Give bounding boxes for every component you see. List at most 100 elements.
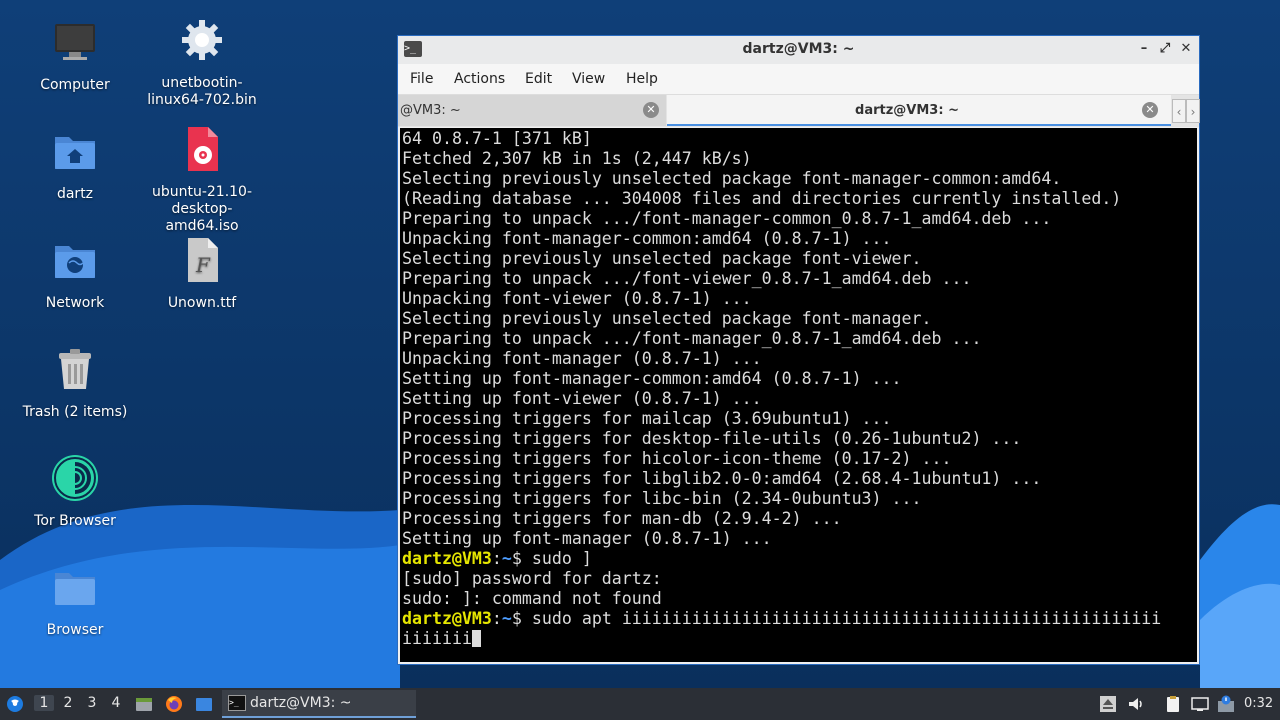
desktop-icon-network[interactable]: Network [10, 236, 140, 312]
taskbar-task-terminal[interactable]: >_ dartz@VM3: ~ [222, 690, 416, 718]
terminal-line: Processing triggers for libc-bin (2.34-0… [402, 489, 922, 508]
terminal-line: 64 0.8.7-1 [371 kB] [402, 129, 592, 148]
display-icon[interactable] [1191, 695, 1209, 713]
text-cursor [471, 630, 481, 647]
eject-icon[interactable] [1099, 695, 1117, 713]
terminal-line: Preparing to unpack .../font-viewer_0.8.… [402, 269, 972, 288]
terminal-line: Setting up font-manager (0.8.7-1) ... [402, 529, 772, 548]
minimize-button[interactable]: – [1136, 41, 1152, 57]
terminal-line: Setting up font-manager-common:amd64 (0.… [402, 369, 902, 388]
terminal-line: Fetched 2,307 kB in 1s (2,447 kB/s) [402, 149, 752, 168]
prompt-user: dartz@VM3 [402, 549, 492, 568]
tor-browser-icon [52, 455, 98, 501]
window-titlebar[interactable]: >_ dartz@VM3: ~ – ⤢ ✕ [398, 36, 1199, 64]
desktop-icon-label: Tor Browser [34, 513, 116, 529]
terminal-input-line[interactable]: iiiiiii [402, 629, 1161, 649]
trash-icon [59, 349, 91, 389]
terminal-line: Selecting previously unselected package … [402, 249, 922, 268]
terminal-window[interactable]: >_ dartz@VM3: ~ – ⤢ ✕ File Actions Edit … [397, 35, 1200, 665]
desktop-icon-label: unetbootin- linux64-702.bin [147, 75, 257, 108]
font-file-icon: F [188, 238, 218, 282]
prompt-path: ~ [501, 609, 512, 628]
tab-close-icon[interactable]: ✕ [643, 102, 659, 118]
desktop-icon-label: ubuntu-21.10- desktop- amd64.iso [151, 184, 253, 234]
svg-text:F: F [195, 253, 211, 277]
tab-label: dartz@VM3: ~ [855, 103, 959, 118]
prompt-command-wrap: iiiiiii [402, 629, 472, 648]
terminal-line: Unpacking font-viewer (0.8.7-1) ... [402, 289, 752, 308]
prompt-separator: : [491, 549, 502, 568]
start-menu-icon[interactable] [6, 695, 24, 713]
desktop-icon-tor-browser[interactable]: Tor Browser [10, 454, 140, 530]
prompt-path: ~ [501, 549, 512, 568]
menu-edit[interactable]: Edit [525, 71, 552, 87]
terminal-line: Processing triggers for mailcap (3.69ubu… [402, 409, 892, 428]
gear-icon [182, 20, 222, 60]
volume-icon[interactable] [1127, 695, 1145, 713]
clock[interactable]: 0:32 [1244, 696, 1273, 711]
menu-help[interactable]: Help [626, 71, 658, 87]
terminal-line: Preparing to unpack .../font-manager_0.8… [402, 329, 982, 348]
tab-scroll-left-button[interactable]: ‹ [1172, 99, 1186, 123]
terminal-line: [sudo] password for dartz: [402, 569, 662, 588]
desktop-icon-font-file[interactable]: F Unown.ttf [137, 236, 267, 312]
terminal-icon: >_ [228, 695, 246, 711]
firefox-icon[interactable] [165, 695, 183, 713]
network-folder-icon [55, 246, 95, 278]
desktop-icon-browser[interactable]: Browser [10, 563, 140, 639]
clipboard-icon[interactable] [1164, 695, 1182, 713]
desktop-icon-ubuntu-iso[interactable]: ubuntu-21.10- desktop- amd64.iso [137, 125, 267, 235]
tab-close-icon[interactable]: ✕ [1142, 102, 1158, 118]
terminal-line: Processing triggers for hicolor-icon-the… [402, 449, 952, 468]
menu-bar: File Actions Edit View Help [398, 64, 1199, 95]
terminal-line: Selecting previously unselected package … [402, 169, 1062, 188]
folder-icon [55, 573, 95, 605]
menu-file[interactable]: File [410, 71, 433, 87]
tab-bar: @VM3: ~ ✕ dartz@VM3: ~ ✕ ‹ › [398, 95, 1200, 127]
desktop-icon-computer[interactable]: Computer [10, 18, 140, 94]
terminal-line: Processing triggers for libglib2.0-0:amd… [402, 469, 1042, 488]
taskbar: 1 2 3 4 >_ dartz@VM3: ~ 0:32 [0, 688, 1280, 720]
show-desktop-icon[interactable] [195, 695, 213, 713]
workspace-2[interactable]: 2 [58, 695, 78, 711]
terminal-text: 64 0.8.7-1 [371 kB] Fetched 2,307 kB in 1… [402, 129, 1161, 649]
workspace-3[interactable]: 3 [82, 695, 102, 711]
tab-scroll-right-button[interactable]: › [1186, 99, 1200, 123]
desktop-icon-label: Unown.ttf [167, 295, 237, 311]
terminal-line: Preparing to unpack .../font-manager-com… [402, 209, 1052, 228]
desktop-icon-trash[interactable]: Trash (2 items) [10, 345, 140, 421]
tab-label: @VM3: ~ [400, 103, 461, 118]
home-folder-icon [55, 137, 95, 169]
terminal-output[interactable]: 64 0.8.7-1 [371 kB] Fetched 2,307 kB in 1… [400, 128, 1197, 662]
close-button[interactable]: ✕ [1178, 41, 1194, 57]
terminal-prompt-line: dartz@VM3:~$ sudo apt iiiiiiiiiiiiiiiiii… [402, 609, 1161, 629]
terminal-line: Setting up font-viewer (0.8.7-1) ... [402, 389, 762, 408]
update-notifier-icon[interactable] [1217, 695, 1235, 713]
prompt-command: $ sudo ] [511, 549, 592, 568]
menu-view[interactable]: View [572, 71, 605, 87]
workspace-1[interactable]: 1 [34, 695, 54, 711]
terminal-line: Unpacking font-manager (0.8.7-1) ... [402, 349, 762, 368]
workspace-4[interactable]: 4 [106, 695, 126, 711]
tab-active[interactable]: dartz@VM3: ~ ✕ [667, 95, 1171, 126]
terminal-line: sudo: ]: command not found [402, 589, 662, 608]
terminal-line: Processing triggers for desktop-file-uti… [402, 429, 1022, 448]
desktop-icon-home[interactable]: dartz [10, 127, 140, 203]
desktop-icon-label: Trash (2 items) [22, 404, 128, 420]
terminal-prompt-line: dartz@VM3:~$ sudo ] [402, 549, 1161, 569]
terminal-line: (Reading database ... 304008 files and d… [402, 189, 1122, 208]
desktop-icon-unetbootin[interactable]: unetbootin- linux64-702.bin [137, 16, 267, 109]
terminal-line: Selecting previously unselected package … [402, 309, 932, 328]
computer-icon [55, 24, 95, 60]
desktop-icon-label: dartz [56, 186, 94, 202]
prompt-separator: : [491, 609, 502, 628]
maximize-button[interactable]: ⤢ [1157, 41, 1173, 57]
menu-actions[interactable]: Actions [454, 71, 505, 87]
task-label: dartz@VM3: ~ [250, 695, 352, 711]
prompt-user: dartz@VM3 [402, 609, 492, 628]
desktop-icon-label: Network [45, 295, 105, 311]
file-manager-icon[interactable] [135, 695, 153, 713]
terminal-line: Unpacking font-manager-common:amd64 (0.8… [402, 229, 892, 248]
tab-inactive[interactable]: @VM3: ~ ✕ [398, 95, 666, 126]
disc-image-icon [188, 127, 218, 171]
